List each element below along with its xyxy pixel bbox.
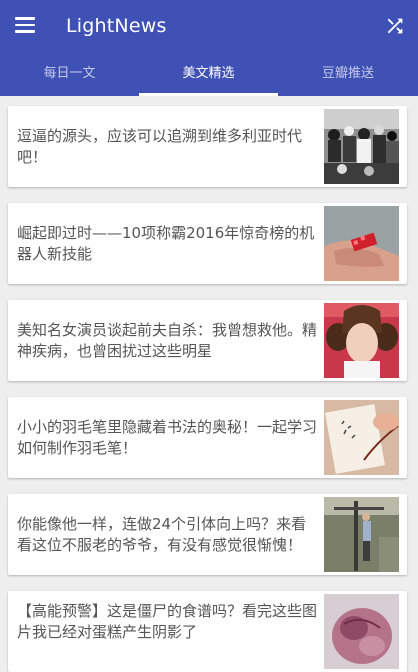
menu-icon[interactable] [15,16,35,34]
article-card[interactable]: 崛起即过时——10项称霸2016年惊奇榜的机器人新技能 [8,203,407,284]
article-title: 美知名女演员谈起前夫自杀：我曾想救他。精神疾病，也曾困扰过这些明星 [17,320,318,360]
article-thumbnail [324,497,399,572]
article-card[interactable]: 你能像他一样，连做24个引体向上吗？来看看这位不服老的爷爷，有没有感觉很惭愧！ [8,494,407,575]
article-list[interactable]: 逗逼的源头，应该可以追溯到维多利亚时代吧！ 崛起即过时——10项称霸2016年惊… [0,96,418,672]
article-title: 你能像他一样，连做24个引体向上吗？来看看这位不服老的爷爷，有没有感觉很惭愧！ [17,514,307,554]
article-thumbnail [324,303,399,378]
tab-featured-articles[interactable]: 美文精选 [139,52,278,96]
tab-daily-article[interactable]: 每日一文 [0,52,139,96]
app-bar: LightNews 每日一文 美文精选 豆瓣推送 [0,0,418,96]
shuffle-icon[interactable] [384,15,406,37]
article-card[interactable]: 逗逼的源头，应该可以追溯到维多利亚时代吧！ [8,106,407,187]
article-title: 崛起即过时——10项称霸2016年惊奇榜的机器人新技能 [17,223,315,263]
app-title: LightNews [66,15,167,37]
article-thumbnail [324,400,399,475]
article-title: 小小的羽毛笔里隐藏着书法的奥秘！一起学习如何制作羽毛笔！ [17,417,318,457]
article-card[interactable]: 美知名女演员谈起前夫自杀：我曾想救他。精神疾病，也曾困扰过这些明星 [8,300,407,381]
article-title: 【高能预警】这是僵尸的食谱吗？看完这些图片我已经对蛋糕产生阴影了 [17,602,318,641]
article-thumbnail [324,206,399,281]
tab-douban-push[interactable]: 豆瓣推送 [278,52,418,96]
article-thumbnail [324,109,399,184]
article-thumbnail [324,594,399,669]
article-card[interactable]: 【高能预警】这是僵尸的食谱吗？看完这些图片我已经对蛋糕产生阴影了 [8,591,407,672]
article-title: 逗逼的源头，应该可以追溯到维多利亚时代吧！ [17,126,303,166]
tab-bar: 每日一文 美文精选 豆瓣推送 [0,52,418,96]
article-card[interactable]: 小小的羽毛笔里隐藏着书法的奥秘！一起学习如何制作羽毛笔！ [8,397,407,478]
